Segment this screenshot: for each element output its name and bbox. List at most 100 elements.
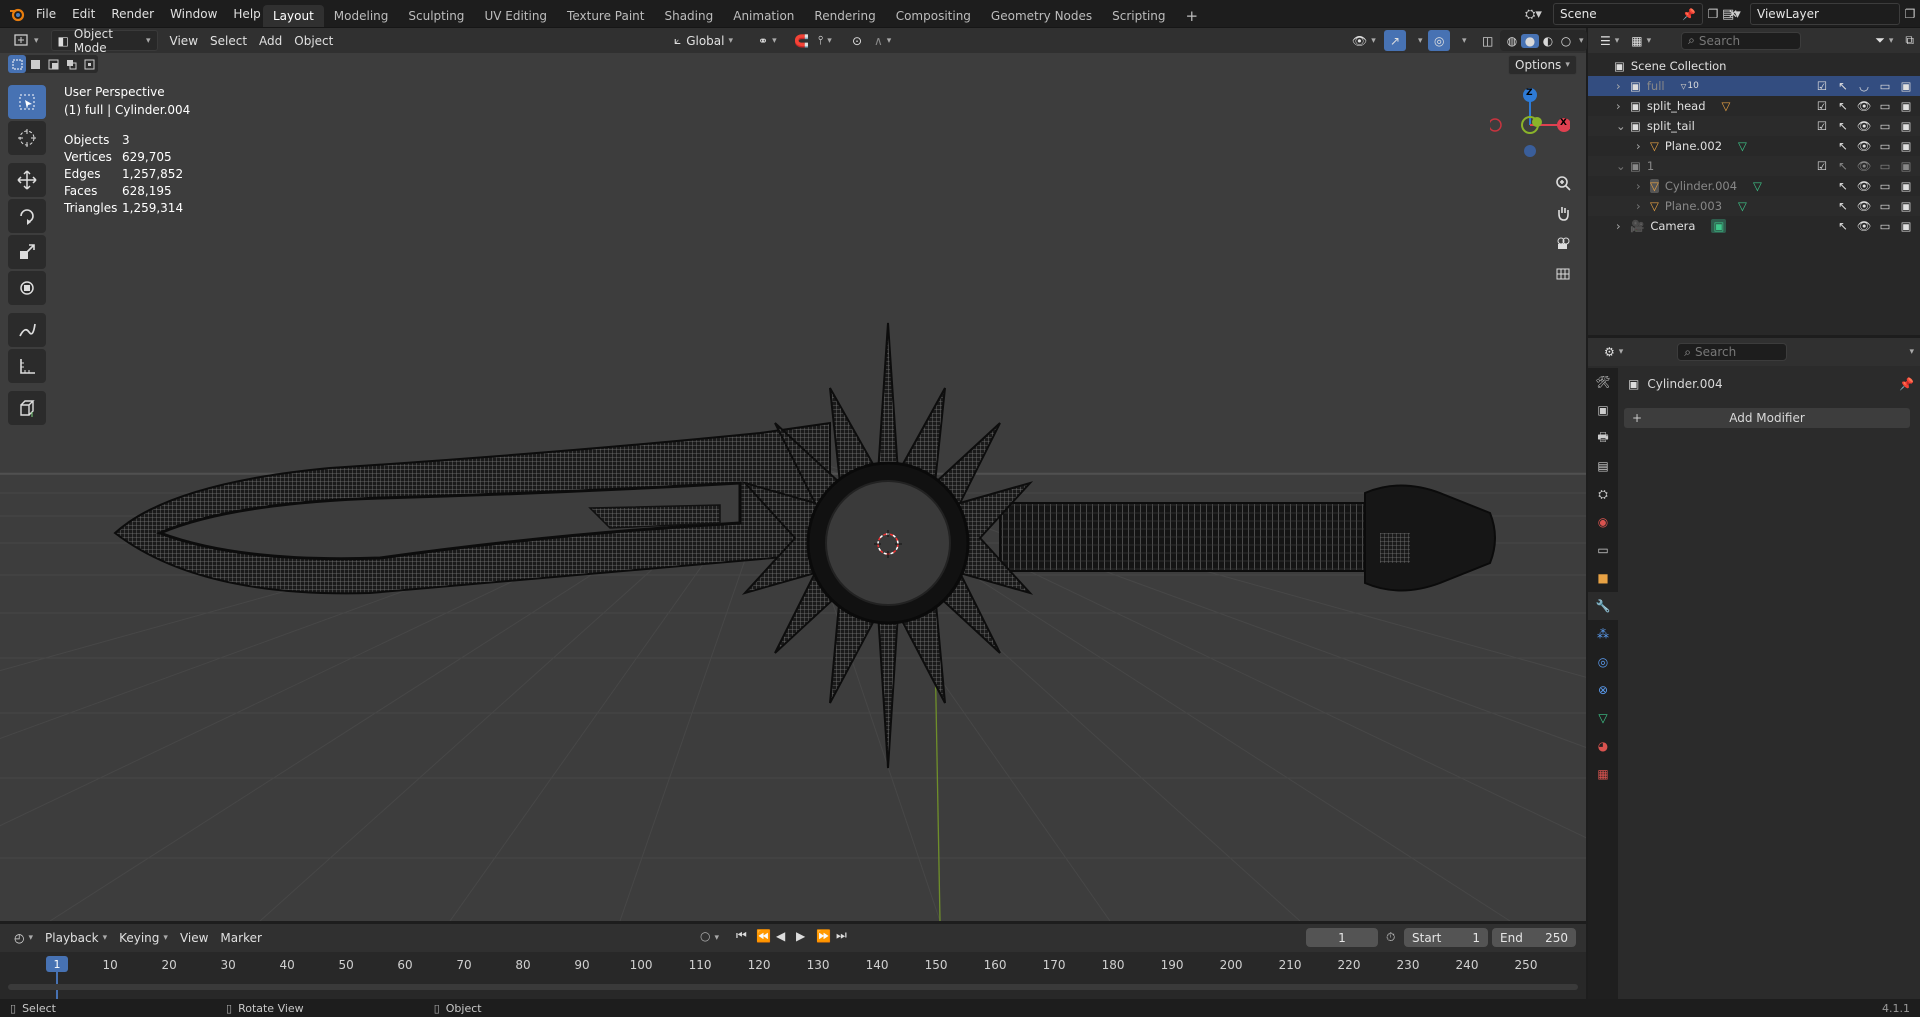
- select-invert-icon[interactable]: [62, 55, 80, 73]
- play-icon[interactable]: ▶: [796, 929, 816, 943]
- viewport-icon[interactable]: ▭: [1877, 78, 1893, 94]
- tab-texture-paint[interactable]: Texture Paint: [557, 5, 654, 27]
- render-icon[interactable]: ▣: [1898, 178, 1914, 194]
- outliner-row-split-head[interactable]: › ▣ split_head ▽ ☑ ↖ 👁 ▭ ▣: [1588, 96, 1920, 116]
- tab-sculpting[interactable]: Sculpting: [398, 5, 474, 27]
- navigation-gizmo[interactable]: Z X: [1490, 85, 1570, 165]
- overlays-dropdown-icon[interactable]: ▾: [1452, 30, 1473, 51]
- checkbox-icon[interactable]: ☑: [1814, 98, 1830, 114]
- camera-view-icon[interactable]: [1550, 230, 1576, 256]
- tool-tab-icon[interactable]: 🛠: [1588, 368, 1618, 396]
- viewport-canvas[interactable]: [0, 53, 1586, 921]
- collapse-arrow-icon[interactable]: ⌄: [1616, 119, 1630, 133]
- menu-window[interactable]: Window: [162, 3, 225, 25]
- properties-search-field[interactable]: ⌕ Search: [1677, 343, 1788, 361]
- timeline-ruler[interactable]: 1102030405060708090100110120130140150160…: [0, 952, 1586, 999]
- checkbox-icon[interactable]: ☑: [1814, 158, 1830, 174]
- select-extend-icon[interactable]: [26, 55, 44, 73]
- xray-toggle-icon[interactable]: ◫: [1476, 30, 1499, 51]
- outliner-row-plane-002[interactable]: › ▽ Plane.002 ▽ ↖ 👁 ▭ ▣: [1588, 136, 1920, 156]
- jump-start-icon[interactable]: ⏮: [736, 928, 756, 943]
- texture-tab-icon[interactable]: ▦: [1588, 760, 1618, 788]
- jump-end-icon[interactable]: ⏭: [836, 928, 856, 943]
- menu-file[interactable]: File: [28, 3, 64, 25]
- render-icon[interactable]: ▣: [1898, 78, 1914, 94]
- pan-hand-icon[interactable]: [1550, 200, 1576, 226]
- start-frame-field[interactable]: Start 1: [1404, 928, 1488, 947]
- collapse-arrow-icon[interactable]: ⌄: [1616, 159, 1630, 173]
- scene-tab-icon[interactable]: ⛭: [1588, 480, 1618, 508]
- snap-toggle-icon[interactable]: 🧲: [788, 30, 815, 51]
- new-scene-icon[interactable]: ❐: [1703, 7, 1723, 21]
- dagger-model[interactable]: [113, 322, 1496, 769]
- expand-arrow-icon[interactable]: ›: [1636, 199, 1650, 213]
- select-intersect-icon[interactable]: [80, 55, 98, 73]
- cursor-tool-icon[interactable]: [8, 121, 46, 155]
- editor-type-icon[interactable]: ▾: [8, 30, 45, 51]
- selectable-icon[interactable]: ↖: [1835, 198, 1851, 214]
- jump-keyframe-back-icon[interactable]: ⏪: [756, 929, 776, 943]
- outliner-row-cylinder-004[interactable]: › ▽ Cylinder.004 ▽ ↖ 👁 ▭ ▣: [1588, 176, 1920, 196]
- physics-tab-icon[interactable]: ◎: [1588, 648, 1618, 676]
- tab-uv-editing[interactable]: UV Editing: [474, 5, 557, 27]
- display-mode-icon[interactable]: ▦ ▾: [1625, 30, 1657, 51]
- properties-options-icon[interactable]: ▾: [1899, 342, 1920, 363]
- tab-shading[interactable]: Shading: [654, 5, 723, 27]
- eye-icon[interactable]: 👁: [1856, 198, 1872, 214]
- render-tab-icon[interactable]: ▣: [1588, 396, 1618, 424]
- move-tool-icon[interactable]: [8, 163, 46, 197]
- scale-tool-icon[interactable]: [8, 235, 46, 269]
- tab-animation[interactable]: Animation: [723, 5, 804, 27]
- playhead[interactable]: 1: [46, 956, 68, 972]
- object-tab-icon[interactable]: ■: [1588, 564, 1618, 592]
- menu-add[interactable]: Add: [253, 30, 288, 51]
- shading-dropdown-icon[interactable]: ▾: [1579, 36, 1584, 46]
- expand-arrow-icon[interactable]: ›: [1616, 219, 1630, 233]
- material-tab-icon[interactable]: ◕: [1588, 732, 1618, 760]
- auto-keying-icon[interactable]: ○ ▾: [700, 929, 722, 943]
- keying-menu[interactable]: Keying ▾: [113, 928, 174, 949]
- eye-icon[interactable]: 👁: [1856, 218, 1872, 234]
- new-view-layer-icon[interactable]: ❐: [1900, 7, 1920, 21]
- outliner-editor-type-icon[interactable]: ☰ ▾: [1594, 30, 1625, 51]
- menu-edit[interactable]: Edit: [64, 3, 103, 25]
- proportional-edit-icon[interactable]: ⊙: [846, 30, 868, 51]
- pin-icon[interactable]: 📌: [1682, 8, 1696, 21]
- rotate-tool-icon[interactable]: [8, 199, 46, 233]
- outliner-row-camera[interactable]: › 🎥 Camera ▣ ↖ 👁 ▭ ▣: [1588, 216, 1920, 236]
- scene-collection-row[interactable]: ▣ Scene Collection: [1588, 56, 1920, 76]
- outliner-row-plane-003[interactable]: › ▽ Plane.003 ▽ ↖ 👁 ▭ ▣: [1588, 196, 1920, 216]
- 3d-viewport[interactable]: Options ▾ User Perspective (1) full | Cyl…: [0, 53, 1586, 921]
- pivot-point-icon[interactable]: ⚭ ▾: [752, 30, 783, 51]
- eye-icon[interactable]: 👁: [1856, 178, 1872, 194]
- selectable-icon[interactable]: ↖: [1835, 78, 1851, 94]
- marker-menu[interactable]: Marker: [214, 928, 267, 949]
- ortho-grid-icon[interactable]: [1550, 260, 1576, 286]
- overlays-toggle-icon[interactable]: ◎: [1428, 30, 1451, 51]
- play-reverse-icon[interactable]: ◀: [776, 929, 796, 943]
- render-icon[interactable]: ▣: [1898, 98, 1914, 114]
- playback-menu[interactable]: Playback ▾: [39, 928, 113, 949]
- viewport-icon[interactable]: ▭: [1877, 158, 1893, 174]
- tab-scripting[interactable]: Scripting: [1102, 5, 1175, 27]
- blender-logo-icon[interactable]: [6, 6, 28, 22]
- snap-target-icon[interactable]: ⫯ ▾: [812, 30, 838, 51]
- viewport-icon[interactable]: ▭: [1877, 138, 1893, 154]
- eye-icon[interactable]: 👁: [1856, 158, 1872, 174]
- tab-rendering[interactable]: Rendering: [804, 5, 885, 27]
- gizmo-toggle-icon[interactable]: ↗: [1384, 30, 1407, 51]
- scene-icon[interactable]: ⛭▾: [1525, 7, 1553, 22]
- modifier-tab-icon[interactable]: 🔧: [1588, 592, 1618, 620]
- selectable-icon[interactable]: ↖: [1835, 178, 1851, 194]
- render-icon[interactable]: ▣: [1898, 198, 1914, 214]
- properties-editor-type-icon[interactable]: ⚙ ▾: [1598, 342, 1629, 363]
- viewport-icon[interactable]: ▭: [1877, 198, 1893, 214]
- eye-icon[interactable]: 👁: [1856, 138, 1872, 154]
- menu-select[interactable]: Select: [204, 30, 253, 51]
- scene-field[interactable]: Scene 📌: [1553, 3, 1703, 25]
- timeline-editor-type-icon[interactable]: ◴ ▾: [8, 928, 39, 949]
- selectable-icon[interactable]: ↖: [1835, 218, 1851, 234]
- render-icon[interactable]: ▣: [1898, 158, 1914, 174]
- render-icon[interactable]: ▣: [1898, 118, 1914, 134]
- measure-tool-icon[interactable]: [8, 349, 46, 383]
